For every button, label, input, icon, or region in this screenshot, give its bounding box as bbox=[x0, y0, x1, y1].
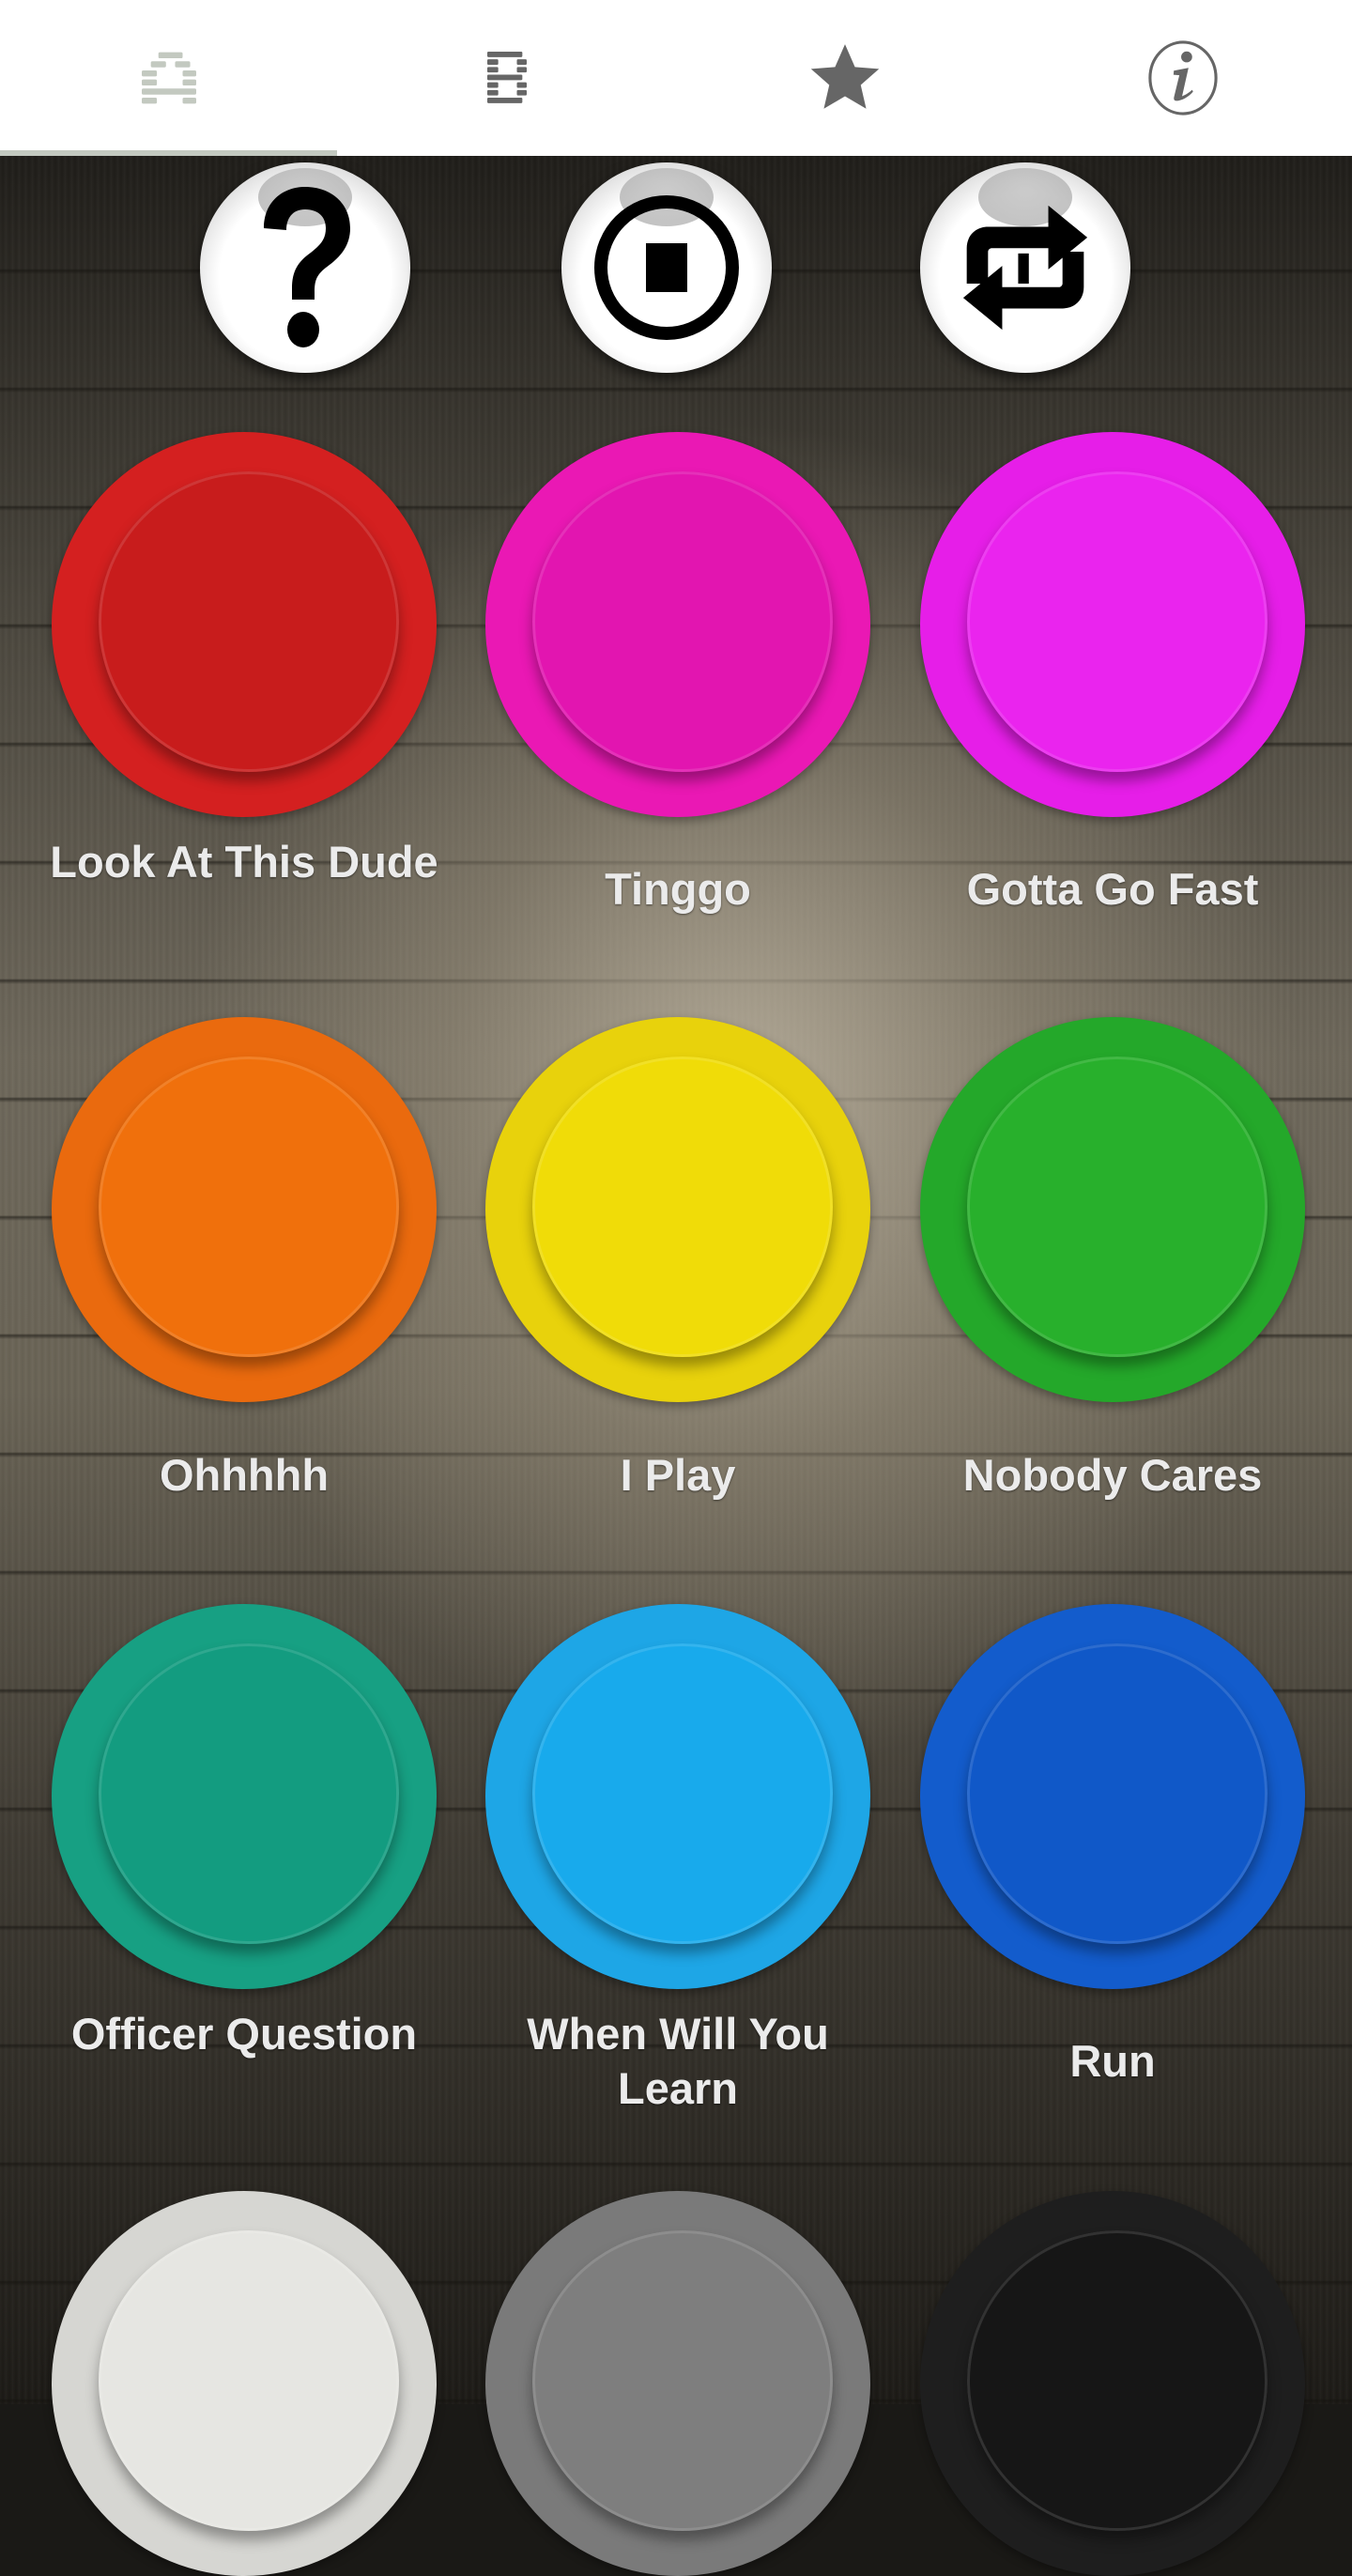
repeat-button[interactable] bbox=[920, 162, 1130, 373]
repeat-one-icon bbox=[962, 205, 1088, 331]
tab-bar bbox=[0, 0, 1352, 156]
star-icon bbox=[810, 44, 880, 109]
stop-button[interactable] bbox=[561, 162, 772, 373]
tab-b[interactable] bbox=[338, 0, 676, 156]
sound-button-label: Tinggo bbox=[605, 864, 751, 914]
tab-a[interactable] bbox=[0, 0, 338, 156]
help-button[interactable] bbox=[200, 162, 410, 373]
sound-button[interactable] bbox=[920, 2191, 1305, 2576]
button-cap bbox=[99, 2230, 399, 2531]
sound-button-label: Nobody Cares bbox=[962, 1450, 1263, 1500]
sound-button-label: Look At This Dude bbox=[50, 837, 438, 887]
sound-button[interactable] bbox=[485, 2191, 870, 2576]
tab-info[interactable] bbox=[1014, 0, 1352, 156]
sound-button-label: Gotta Go Fast bbox=[966, 864, 1259, 914]
sound-button[interactable] bbox=[920, 432, 1305, 817]
sound-button[interactable] bbox=[52, 1017, 437, 1402]
sound-button[interactable] bbox=[485, 1017, 870, 1402]
letter-b-icon bbox=[487, 52, 527, 103]
sound-button-label: Run bbox=[1069, 2036, 1156, 2086]
sound-button[interactable] bbox=[52, 432, 437, 817]
button-cap bbox=[99, 1643, 399, 1944]
button-cap bbox=[967, 2230, 1268, 2531]
button-cap bbox=[532, 471, 833, 772]
sound-button-label: I Play bbox=[620, 1450, 736, 1500]
tab-favorites[interactable] bbox=[676, 0, 1014, 156]
stop-icon bbox=[594, 195, 739, 340]
sound-button[interactable] bbox=[920, 1017, 1305, 1402]
button-cap bbox=[967, 1643, 1268, 1944]
button-cap bbox=[967, 471, 1268, 772]
button-cap bbox=[99, 471, 399, 772]
sound-button[interactable] bbox=[485, 432, 870, 817]
sound-button-label: When Will You Learn bbox=[527, 2009, 829, 2113]
question-mark-icon bbox=[264, 187, 350, 347]
sound-button[interactable] bbox=[485, 1604, 870, 1989]
sound-button[interactable] bbox=[52, 2191, 437, 2576]
sound-button-label: Ohhhhh bbox=[159, 1450, 330, 1500]
sound-button-label: Officer Question bbox=[70, 2009, 418, 2059]
button-cap bbox=[532, 1057, 833, 1357]
button-cap bbox=[967, 1057, 1268, 1357]
letter-a-icon bbox=[142, 52, 196, 104]
button-cap bbox=[532, 2230, 833, 2531]
sound-button[interactable] bbox=[52, 1604, 437, 1989]
sound-button[interactable] bbox=[920, 1604, 1305, 1989]
info-icon bbox=[1148, 40, 1218, 116]
button-cap bbox=[532, 1643, 833, 1944]
button-cap bbox=[99, 1057, 399, 1357]
